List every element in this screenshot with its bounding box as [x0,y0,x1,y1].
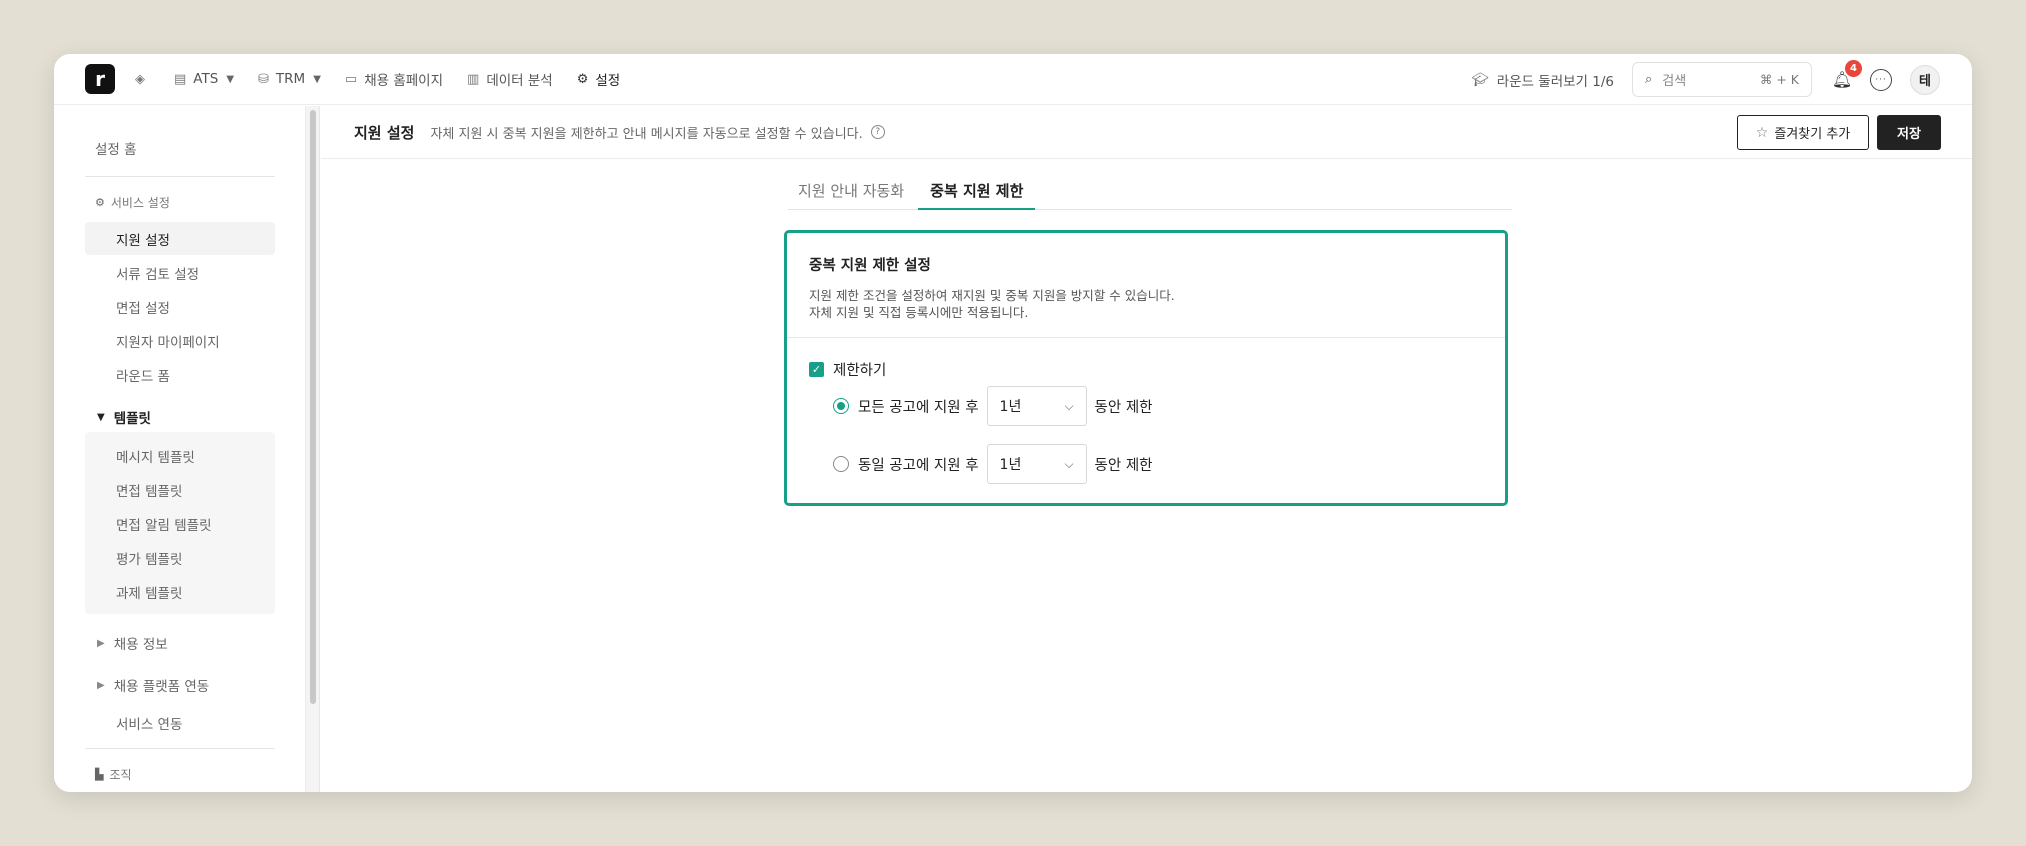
chevron-down-icon: ⌵ [1064,398,1074,413]
sidebar: 설정 홈 ⚙ 서비스 설정 지원 설정 서류 검토 설정 면접 설정 지원자 마… [54,106,306,792]
card-desc-line1: 지원 제한 조건을 설정하여 재지원 및 중복 지원을 방지할 수 있습니다. [809,288,1175,303]
checkbox-checked-icon[interactable]: ✓ [809,362,824,377]
option-all-postings: 모든 공고에 지원 후 1년 ⌵ 동안 제한 [833,386,1153,426]
page-description: 자체 지원 시 중복 지원을 제한하고 안내 메시지를 자동으로 설정할 수 있… [430,126,863,142]
nav-career-page[interactable]: ▭ 채용 홈페이지 [344,69,443,90]
period-select-same[interactable]: 1년 ⌵ [986,444,1087,484]
sidebar-item-interview-alert-template[interactable]: 면접 알림 템플릿 [116,514,212,534]
caret-down-icon: ▼ [97,411,105,423]
caret-down-icon: ▼ [313,73,321,85]
sidebar-home[interactable]: 설정 홈 [95,138,137,158]
chevron-down-icon: ⌵ [1064,456,1074,471]
notification-badge: 4 [1845,59,1862,77]
help-icon[interactable]: ? [870,125,885,139]
caret-right-icon: ▶ [97,637,105,649]
service-settings-section: ⚙ 서비스 설정 [95,196,170,210]
sidebar-item-apply-settings[interactable]: 지원 설정 [85,222,275,255]
sidebar-scrollbar[interactable] [306,106,320,792]
layers-icon: ◈ [135,71,145,87]
tab-duplicate-limit[interactable]: 중복 지원 제한 [918,172,1036,210]
caret-down-icon: ▼ [226,73,235,85]
chat-icon[interactable]: ··· [1870,68,1892,91]
building-icon: ▙ [95,768,104,781]
sidebar-item-service-link[interactable]: 서비스 연동 [116,713,182,733]
top-nav: r ◈ ▤ ATS ▼ ⛁ TRM ▼ ▭ 채용 홈페이지 ▥ 데이터 분석 ⚙… [54,54,1972,105]
sidebar-item-evaluation-template[interactable]: 평가 템플릿 [116,548,182,568]
save-button[interactable]: 저장 [1877,115,1941,150]
divider [85,176,275,177]
sidebar-item-applicant-mypage[interactable]: 지원자 마이페이지 [85,324,275,357]
avatar[interactable]: 테 [1910,64,1940,95]
sidebar-item-assignment-template[interactable]: 과제 템플릿 [116,582,182,602]
search-input[interactable]: ⌕ 검색 ⌘ + K [1632,62,1812,97]
gear-icon: ⚙ [576,71,589,87]
add-favorite-button[interactable]: ☆ 즐겨찾기 추가 [1737,115,1869,150]
sidebar-group-templates[interactable]: ▼ 템플릿 [97,407,151,427]
sidebar-item-message-template[interactable]: 메시지 템플릿 [116,446,195,466]
browser-icon: ▭ [344,71,358,87]
scrollbar-thumb[interactable] [310,110,316,704]
card-header: 중복 지원 제한 설정 지원 제한 조건을 설정하여 재지원 및 중복 지원을 … [787,233,1505,338]
page-title: 지원 설정 [354,123,415,142]
sidebar-group-recruit-info[interactable]: ▶ 채용 정보 [97,633,168,653]
divider [85,748,275,749]
search-icon: ⌕ [1645,72,1653,87]
duplicate-limit-card: 중복 지원 제한 설정 지원 제한 조건을 설정하여 재지원 및 중복 지원을 … [784,230,1508,506]
option-same-posting: 동일 공고에 지원 후 1년 ⌵ 동안 제한 [833,444,1153,484]
graduation-cap-icon: 🎓︎ [1471,71,1489,88]
card-title: 중복 지원 제한 설정 [809,258,931,274]
sidebar-group-platform-link[interactable]: ▶ 채용 플랫폼 연동 [97,675,209,695]
logo[interactable]: r [85,64,115,94]
limit-checkbox-row[interactable]: ✓ 제한하기 [809,359,886,380]
nav-trm[interactable]: ⛁ TRM ▼ [258,71,321,87]
nav-right: 🎓︎ 라운드 둘러보기 1/6 ⌕ 검색 ⌘ + K 🔔︎ 4 ··· 테 [1472,54,1940,105]
page-header: 지원 설정 자체 지원 시 중복 지원을 제한하고 안내 메시지를 자동으로 설… [321,106,1972,159]
card-desc-line2: 자체 지원 및 직접 등록시에만 적용됩니다. [809,305,1029,320]
layers-menu[interactable]: ◈ [135,72,152,87]
notification-button[interactable]: 🔔︎ 4 [1830,59,1862,92]
period-select-all[interactable]: 1년 ⌵ [986,386,1087,426]
nav-ats[interactable]: ▤ ATS ▼ [174,71,234,87]
chart-icon: ▥ [467,71,480,87]
tab-apply-automation[interactable]: 지원 안내 자동화 [788,172,918,209]
nav-settings[interactable]: ⚙ 설정 [576,69,621,90]
nav-analytics[interactable]: ▥ 데이터 분석 [467,69,553,90]
database-icon: ⛁ [258,71,269,87]
sidebar-item-round-form[interactable]: 라운드 폼 [85,358,275,391]
gear-icon: ⚙ [95,196,105,209]
tour-button[interactable]: 🎓︎ 라운드 둘러보기 1/6 [1472,70,1614,90]
sidebar-item-document-review[interactable]: 서류 검토 설정 [85,256,275,289]
tab-bar: 지원 안내 자동화 중복 지원 제한 [788,172,1512,210]
radio-same-posting[interactable] [833,456,849,472]
app-window: r ◈ ▤ ATS ▼ ⛁ TRM ▼ ▭ 채용 홈페이지 ▥ 데이터 분석 ⚙… [54,54,1972,792]
briefcase-icon: ▤ [174,71,187,87]
org-section: ▙ 조직 [95,768,132,782]
radio-all-postings[interactable] [833,398,849,414]
star-icon: ☆ [1755,124,1769,141]
caret-right-icon: ▶ [97,679,105,691]
sidebar-item-interview[interactable]: 면접 설정 [85,290,275,323]
sidebar-item-interview-template[interactable]: 면접 템플릿 [116,480,182,500]
